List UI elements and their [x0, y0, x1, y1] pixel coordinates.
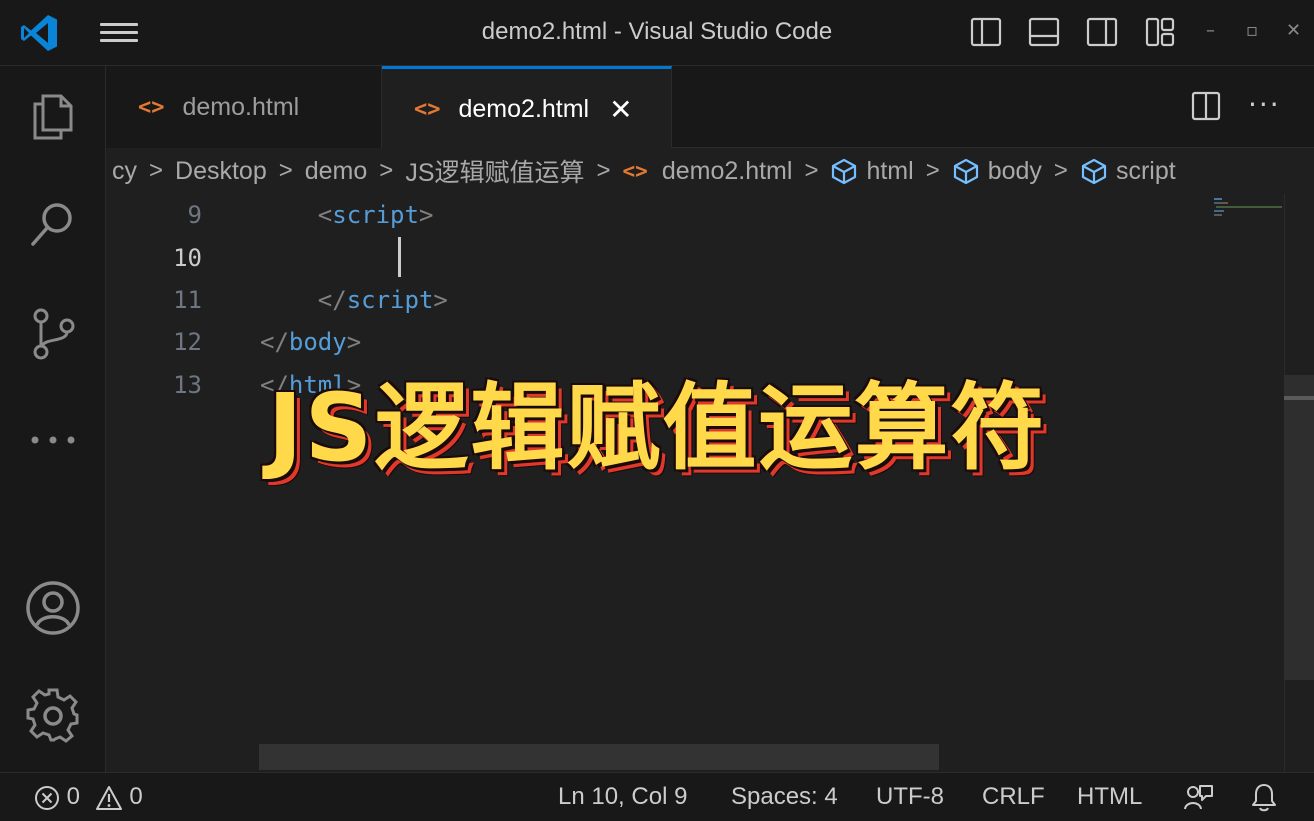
toggle-primary-sidebar-icon[interactable]: [970, 16, 1002, 48]
code-line: 10: [106, 237, 1206, 279]
indentation-setting[interactable]: Spaces: 4: [731, 783, 838, 811]
cursor-position[interactable]: Ln 10, Col 9: [558, 783, 687, 811]
warning-count: 0: [129, 783, 143, 810]
line-number: 10: [173, 244, 202, 272]
customize-layout-icon[interactable]: [1144, 16, 1176, 48]
chevron-right-icon: >: [149, 157, 164, 184]
chevron-right-icon: >: [596, 157, 611, 184]
line-number: 11: [173, 286, 202, 314]
symbol-element-icon: [1081, 158, 1107, 185]
chevron-right-icon: >: [925, 157, 940, 184]
close-button[interactable]: ✕: [1286, 20, 1301, 41]
editor-tab-bar: <> demo.html <> demo2.html ✕ ···: [106, 66, 1314, 149]
chevron-right-icon: >: [379, 157, 394, 184]
symbol-element-icon: [953, 158, 978, 185]
language-mode[interactable]: HTML: [1077, 783, 1142, 811]
breadcrumb-item[interactable]: Desktop: [175, 157, 267, 186]
breadcrumb: cy > Desktop > demo > JS逻辑赋值运算 > <> demo…: [106, 148, 1314, 194]
breadcrumb-item[interactable]: script: [1116, 157, 1176, 186]
notifications-bell-icon[interactable]: [1250, 782, 1278, 812]
code-line: 11 </script>: [106, 279, 1206, 321]
chevron-right-icon: >: [1053, 157, 1068, 184]
tab-demo-html[interactable]: <> demo.html: [106, 66, 382, 148]
problems-indicator[interactable]: 0 0: [34, 783, 143, 811]
minimize-button[interactable]: –: [1206, 20, 1215, 41]
search-icon[interactable]: [25, 196, 81, 252]
code-text: <script>: [317, 201, 434, 229]
breadcrumb-item[interactable]: body: [988, 157, 1042, 186]
breadcrumb-item[interactable]: JS逻辑赋值运算: [405, 153, 584, 189]
encoding-setting[interactable]: UTF-8: [876, 783, 944, 811]
restore-button[interactable]: ▫: [1246, 20, 1258, 41]
html-tag-icon: <>: [138, 94, 165, 120]
warning-icon: [95, 785, 122, 810]
end-of-line-setting[interactable]: CRLF: [982, 783, 1045, 811]
account-icon[interactable]: [25, 580, 81, 636]
chevron-right-icon: >: [278, 157, 293, 184]
breadcrumb-item[interactable]: cy: [112, 157, 137, 186]
line-number: 9: [187, 201, 202, 229]
toggle-secondary-sidebar-icon[interactable]: [1086, 16, 1118, 48]
error-icon: [35, 785, 59, 810]
code-line: 9 <script>: [106, 194, 1206, 236]
breadcrumb-item[interactable]: demo: [305, 157, 368, 186]
error-count: 0: [66, 783, 81, 810]
tab-label: demo2.html: [458, 94, 590, 123]
breadcrumb-item[interactable]: html: [866, 157, 913, 186]
feedback-icon[interactable]: [1182, 783, 1214, 813]
split-editor-icon[interactable]: [1190, 90, 1222, 122]
minimap[interactable]: [1212, 196, 1282, 220]
code-text: </script>: [317, 286, 448, 314]
breadcrumb-item[interactable]: demo2.html: [662, 157, 793, 186]
video-caption-overlay: JS逻辑赋值运算符: [267, 374, 1047, 483]
text-cursor: [398, 237, 401, 277]
tab-close-icon[interactable]: ✕: [609, 93, 632, 126]
symbol-element-icon: [832, 158, 857, 185]
tab-label: demo.html: [182, 92, 300, 121]
status-bar: 0 0 Ln 10, Col 9 Spaces: 4 UTF-8 CRLF HT…: [0, 772, 1314, 821]
title-bar: demo2.html - Visual Studio Code – ▫ ✕: [0, 0, 1314, 66]
html-tag-icon: <>: [622, 159, 648, 183]
tab-demo2-html[interactable]: <> demo2.html ✕: [382, 66, 672, 149]
toggle-panel-icon[interactable]: [1028, 16, 1060, 48]
explorer-files-icon[interactable]: [25, 88, 81, 144]
chevron-right-icon: >: [804, 157, 819, 184]
horizontal-scrollbar[interactable]: [259, 744, 939, 770]
settings-gear-icon[interactable]: [25, 688, 81, 744]
more-actions-icon[interactable]: ···: [1248, 88, 1281, 121]
html-tag-icon: <>: [414, 96, 441, 122]
